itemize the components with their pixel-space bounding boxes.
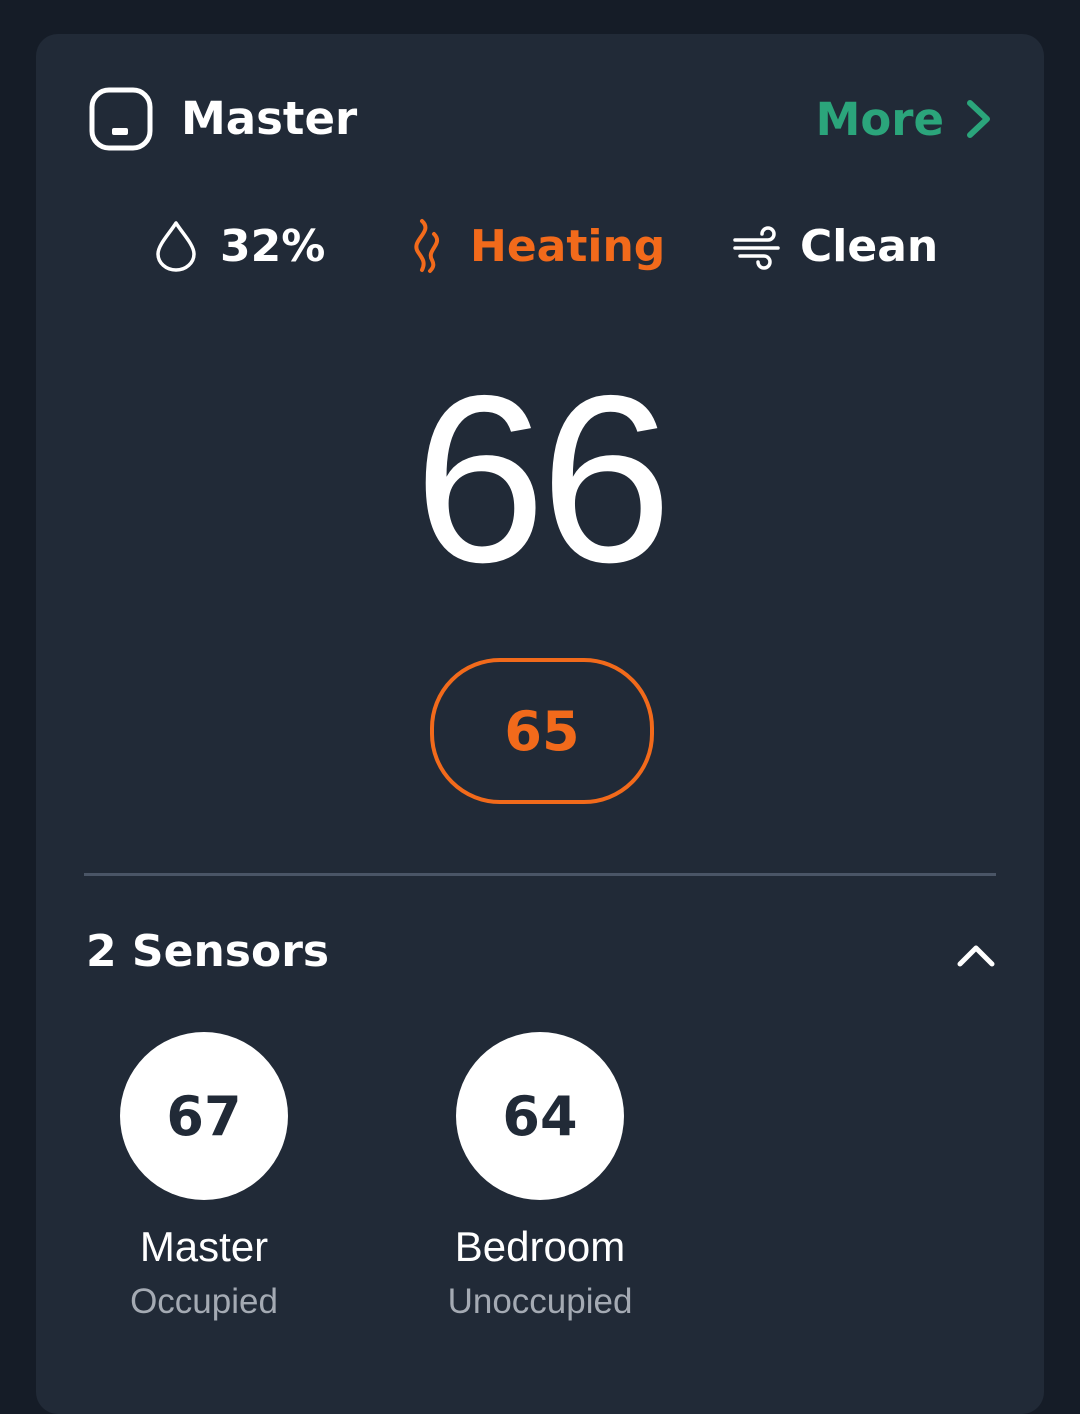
sensor-name: Bedroom (454, 1223, 626, 1270)
setpoint-value: 65 (504, 699, 580, 763)
thermostat-device-icon (89, 87, 153, 151)
humidity-status: 32% (154, 218, 325, 274)
setpoint-button[interactable]: 65 (430, 658, 654, 804)
sensors-title: 2 Sensors (86, 926, 330, 977)
humidity-value: 32% (220, 220, 326, 272)
sensor-occupancy: Unoccupied (447, 1282, 633, 1321)
chevron-right-icon (967, 100, 990, 138)
air-quality-status: Clean (732, 218, 938, 274)
flame-icon (414, 219, 440, 273)
sensor-temp: 64 (502, 1084, 578, 1148)
sensor-item-master[interactable]: 67 Master Occupied (84, 1032, 324, 1324)
status-row: 32% Heating Clean (36, 218, 1044, 274)
more-link[interactable]: More (816, 86, 992, 152)
mode-status: Heating (404, 218, 665, 274)
sensor-occupancy: Occupied (130, 1282, 278, 1321)
current-temperature: 66 (413, 347, 673, 612)
thermostat-name: Master (181, 92, 358, 145)
sensor-temp-circle: 67 (120, 1032, 288, 1200)
water-drop-icon (156, 221, 196, 272)
card-header: Master More (88, 86, 992, 152)
chevron-up-icon[interactable] (954, 936, 998, 972)
more-label: More (815, 92, 944, 146)
sensor-item-bedroom[interactable]: 64 Bedroom Unoccupied (420, 1032, 660, 1324)
air-quality-value: Clean (800, 220, 939, 272)
divider (84, 873, 996, 876)
sensor-temp: 67 (166, 1084, 242, 1148)
mode-value: Heating (470, 220, 666, 272)
wind-icon (733, 226, 780, 270)
sensor-temp-circle: 64 (456, 1032, 624, 1200)
sensor-name: Master (139, 1223, 269, 1270)
thermostat-card: Master More 32% Heating Clean 66 65 2 Se… (36, 34, 1044, 1414)
